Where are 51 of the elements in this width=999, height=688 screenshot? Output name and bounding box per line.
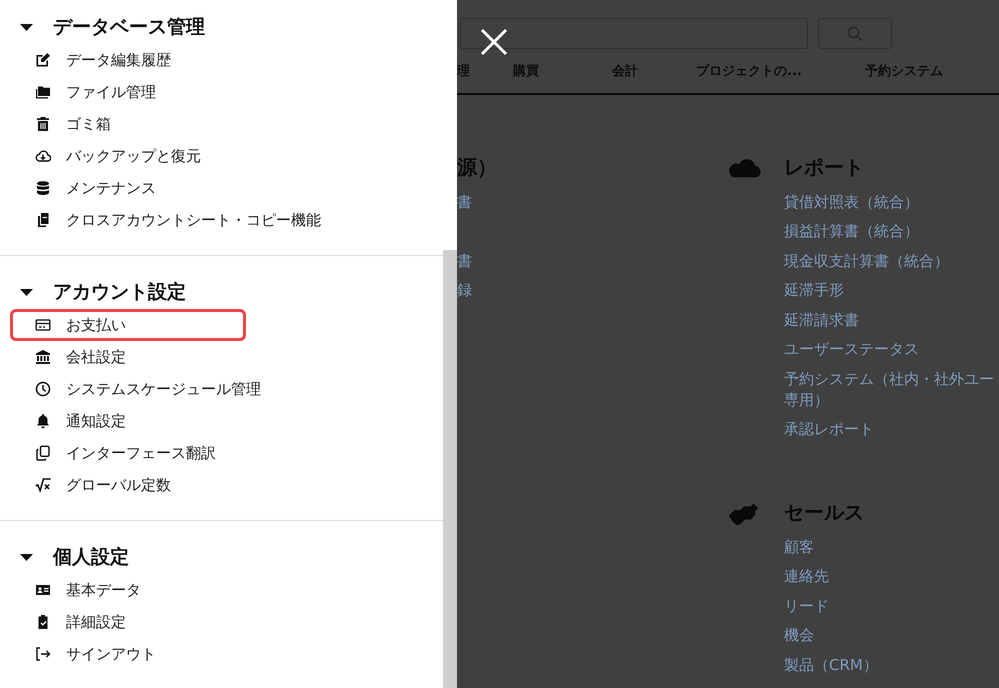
- square-root-icon: [35, 477, 51, 493]
- clock-icon: [35, 381, 51, 397]
- report-link[interactable]: 書: [457, 250, 725, 272]
- report-link[interactable]: 製品（CRM）: [784, 654, 878, 676]
- report-link[interactable]: 現金収支計算書（統合）: [784, 250, 994, 272]
- report-link[interactable]: 損益計算書（統合）: [784, 221, 994, 242]
- report-link[interactable]: 機会: [784, 625, 878, 646]
- report-link[interactable]: 貸借対照表（統合）: [784, 192, 994, 212]
- copy-icon: [35, 445, 51, 461]
- menu-item[interactable]: 通知設定: [10, 405, 246, 437]
- report-link[interactable]: リード: [784, 596, 878, 616]
- scrollbar-thumb[interactable]: [443, 250, 457, 688]
- section-title[interactable]: 個人設定: [53, 542, 129, 572]
- report-link[interactable]: 顧客: [784, 536, 878, 558]
- menu-item[interactable]: 基本データ: [10, 574, 246, 606]
- menu-item[interactable]: お支払い: [10, 309, 246, 341]
- edit-icon: [35, 52, 51, 68]
- report-link[interactable]: 書: [457, 192, 725, 212]
- id-card-icon: [35, 582, 51, 598]
- bell-icon: [35, 413, 51, 429]
- menu-item[interactable]: バックアップと復元: [10, 140, 246, 172]
- search-field[interactable]: [460, 18, 808, 49]
- menu-item[interactable]: メンテナンス: [10, 172, 246, 204]
- menu-item[interactable]: ゴミ箱: [10, 108, 246, 140]
- close-button[interactable]: [480, 28, 508, 56]
- menu-item[interactable]: ファイル管理: [10, 76, 246, 108]
- folder-icon: [35, 84, 51, 100]
- cloud-download-icon: [35, 148, 51, 164]
- report-link[interactable]: 承認レポート: [784, 419, 994, 440]
- trash-icon: [35, 116, 51, 132]
- sign-out-icon: [35, 646, 51, 662]
- menu-item[interactable]: インターフェース翻訳: [10, 437, 246, 469]
- report-link[interactable]: 延滞請求書: [784, 310, 994, 330]
- report-link[interactable]: ユーザーステータス: [784, 339, 994, 360]
- menu-item[interactable]: 詳細設定: [10, 606, 246, 638]
- menu-item[interactable]: グローバル定数: [10, 469, 246, 501]
- menu-item[interactable]: 会社設定: [10, 341, 246, 373]
- report-link[interactable]: 連絡先: [784, 566, 878, 587]
- report-link[interactable]: 予約システム（社内・社外ユー 専用）: [784, 368, 994, 410]
- menu-item[interactable]: システムスケージュール管理: [10, 373, 272, 405]
- report-link[interactable]: 録: [457, 280, 725, 301]
- section-title[interactable]: アカウント設定: [53, 278, 186, 306]
- menu-item[interactable]: クロスアカウントシート・コピー機能: [10, 204, 332, 236]
- menu-item[interactable]: データ編集履歴: [10, 44, 246, 76]
- bank-icon: [35, 349, 51, 365]
- credit-card-icon: [35, 317, 51, 333]
- report-link[interactable]: 延滞手形: [784, 280, 994, 301]
- stacked-sheets-icon: [35, 212, 51, 228]
- section-title[interactable]: データベース管理: [53, 12, 205, 42]
- database-icon: [35, 180, 51, 196]
- menu-item[interactable]: サインアウト: [10, 638, 246, 670]
